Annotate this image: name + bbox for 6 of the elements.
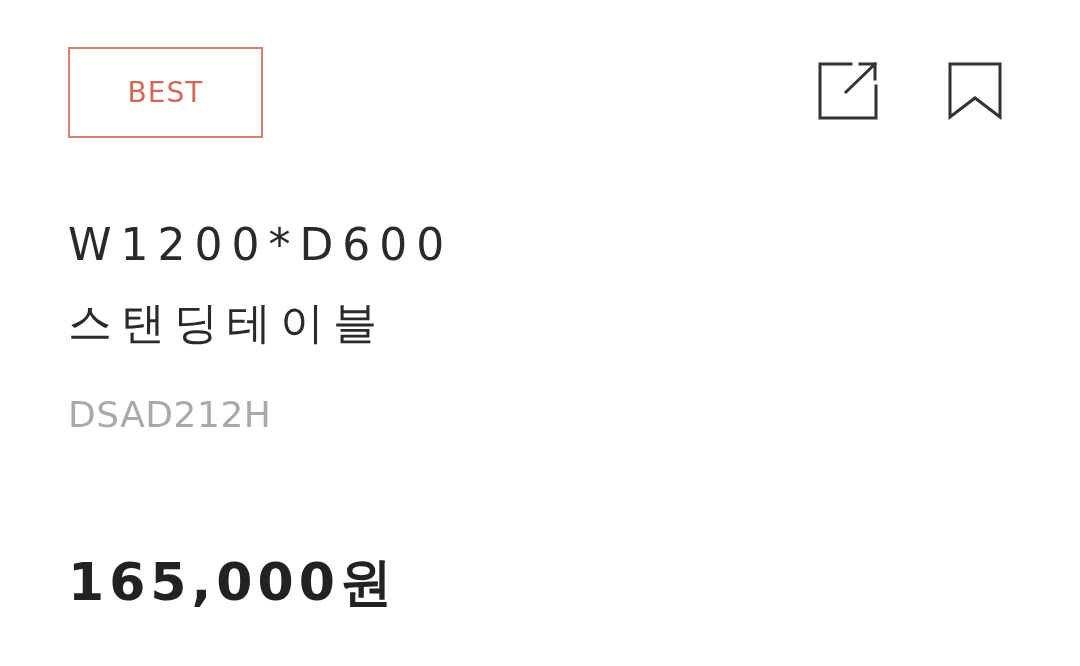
product-name: W1200*D600 스탠딩테이블	[68, 218, 455, 350]
product-price: 165,000원	[68, 551, 398, 614]
bookmark-icon[interactable]	[948, 62, 1002, 120]
share-icon[interactable]	[818, 62, 878, 120]
product-code: DSAD212H	[68, 393, 273, 437]
best-badge: BEST	[68, 47, 263, 138]
